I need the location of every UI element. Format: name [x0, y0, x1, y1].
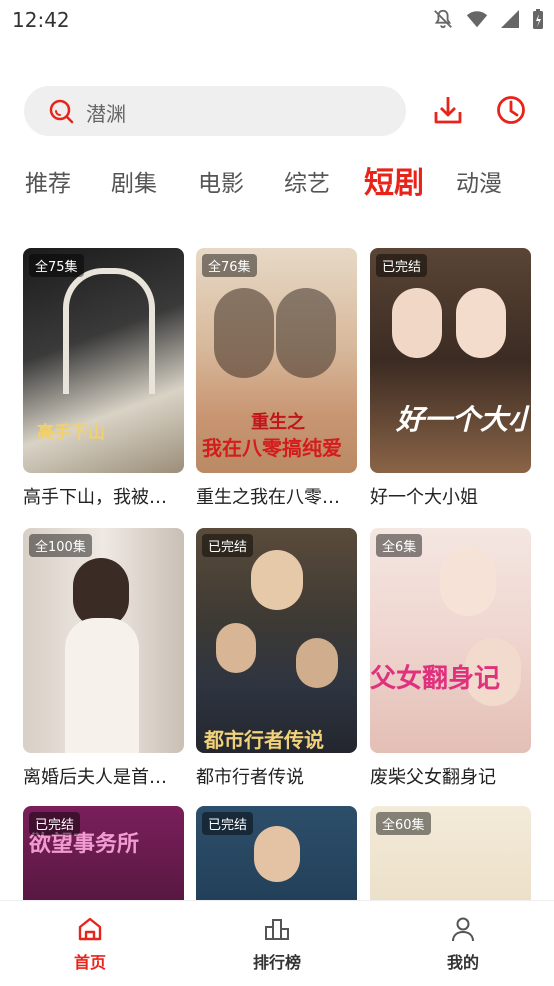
drama-title: 重生之我在八零… [196, 487, 340, 508]
drama-card[interactable]: 好一个大小姐 已完结 好一个大小姐 [370, 248, 531, 509]
episode-badge: 全100集 [29, 534, 92, 557]
download-icon[interactable] [432, 94, 464, 126]
poster: 好一个大小姐 已完结 [370, 248, 531, 473]
drama-grid: 高手下山 全75集 高手下山，我被… 重生之 我在八零搞纯爱 全76集 重生之我… [0, 248, 554, 900]
tab-variety[interactable]: 综艺 [284, 164, 330, 198]
drama-card[interactable]: 重生之 我在八零搞纯爱 全76集 重生之我在八零… [196, 248, 357, 509]
episode-badge: 全6集 [376, 534, 423, 557]
poster-title: 好一个大小姐 [396, 403, 531, 436]
poster: 都市行者传说 已完结 [196, 528, 357, 753]
search-input[interactable]: 潜渊 [24, 86, 406, 136]
nav-profile-label: 我的 [446, 953, 479, 972]
search-placeholder: 潜渊 [86, 102, 126, 126]
poster: 重生之 我在八零搞纯爱 全76集 [196, 248, 357, 473]
drama-title: 好一个大小姐 [370, 487, 478, 508]
battery-icon [533, 9, 543, 29]
poster: 全100集 [23, 528, 184, 753]
ranking-bars-icon [265, 919, 289, 940]
poster: 已完结 [196, 806, 357, 900]
poster-title: 父女翻身记 [370, 664, 501, 694]
status-icons [432, 8, 544, 30]
tab-series[interactable]: 剧集 [111, 164, 157, 198]
episode-badge: 全75集 [29, 254, 84, 277]
drama-title: 都市行者传说 [196, 767, 304, 788]
poster-title: 高手下山 [37, 423, 105, 443]
nav-ranking-label: 排行榜 [252, 953, 301, 972]
poster-title: 都市行者传说 [204, 728, 324, 752]
tab-short-drama[interactable]: 短剧 [364, 158, 424, 202]
poster-subtitle: 重生之 [251, 412, 305, 433]
episode-badge: 已完结 [376, 254, 428, 277]
nav-home[interactable]: 首页 [40, 915, 140, 973]
drama-title: 离婚后夫人是首… [23, 767, 167, 788]
drama-card[interactable]: 父女翻身记 全6集 废柴父女翻身记 [370, 528, 531, 789]
poster: 父女翻身记 全6集 [370, 528, 531, 753]
nav-ranking[interactable]: 排行榜 [227, 915, 327, 973]
episode-badge: 已完结 [202, 534, 254, 557]
nav-home-label: 首页 [73, 953, 106, 972]
category-tabs: 推荐 剧集 电影 综艺 短剧 动漫 [0, 158, 554, 204]
drama-card[interactable]: 高手下山 全75集 高手下山，我被… [23, 248, 184, 509]
poster-title: 我在八零搞纯爱 [202, 436, 342, 460]
status-bar: 12:42 [0, 0, 554, 40]
drama-card[interactable]: 已完结 [196, 806, 357, 900]
episode-badge: 全60集 [376, 812, 431, 835]
user-icon [452, 917, 474, 942]
status-time: 12:42 [12, 8, 70, 32]
episode-badge: 已完结 [202, 812, 254, 835]
episode-badge: 全76集 [202, 254, 257, 277]
search-icon [49, 99, 74, 124]
poster: 欲望事务所 已完结 [23, 806, 184, 900]
tab-recommend[interactable]: 推荐 [25, 164, 71, 198]
poster: 全60集 [370, 806, 531, 900]
notifications-off-icon [434, 9, 452, 29]
search-row: 潜渊 [0, 84, 554, 138]
drama-title: 废柴父女翻身记 [370, 767, 496, 788]
episode-badge: 已完结 [29, 812, 81, 835]
drama-card[interactable]: 都市行者传说 已完结 都市行者传说 [196, 528, 357, 789]
history-clock-icon[interactable] [495, 94, 527, 126]
wifi-icon [466, 11, 488, 28]
bottom-nav: 首页 排行榜 我的 [0, 900, 554, 986]
tab-movies[interactable]: 电影 [198, 164, 244, 198]
signal-icon [501, 10, 519, 28]
drama-card[interactable]: 全60集 [370, 806, 531, 900]
poster: 高手下山 全75集 [23, 248, 184, 473]
home-icon [78, 917, 102, 941]
nav-profile[interactable]: 我的 [413, 915, 513, 973]
drama-title: 高手下山，我被… [23, 487, 167, 508]
drama-card[interactable]: 欲望事务所 已完结 [23, 806, 184, 900]
tab-anime[interactable]: 动漫 [456, 164, 502, 198]
drama-card[interactable]: 全100集 离婚后夫人是首… [23, 528, 184, 789]
